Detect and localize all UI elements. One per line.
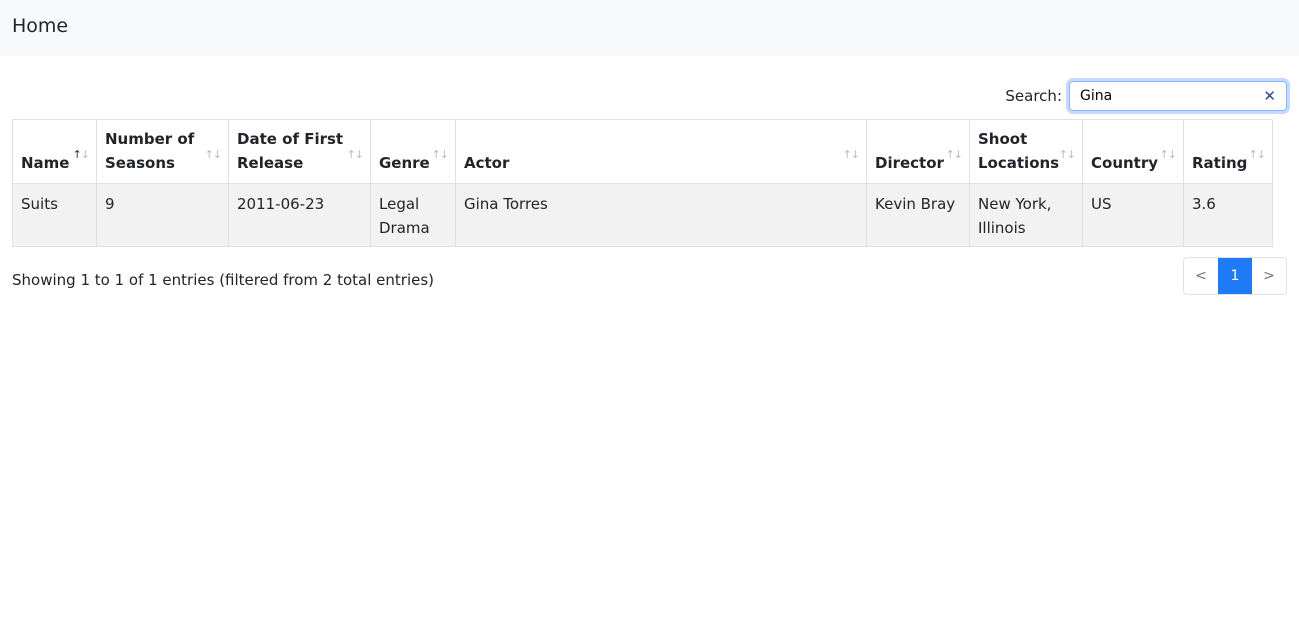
column-header-label: Country xyxy=(1091,154,1159,172)
table-cell: US xyxy=(1082,183,1184,247)
sort-icon[interactable]: ↑↓ xyxy=(843,143,860,167)
search-input[interactable] xyxy=(1080,88,1250,104)
column-header-label: Date of First Release xyxy=(237,130,344,172)
search-area: Search: ✕ xyxy=(1005,81,1287,111)
column-header[interactable]: Number of Seasons ↑↓ xyxy=(96,119,229,184)
column-header-label: Rating xyxy=(1192,154,1248,172)
column-header[interactable]: Rating ↑↓ xyxy=(1183,119,1273,184)
column-header-label: Genre xyxy=(379,154,430,172)
column-header[interactable]: Shoot Locations ↑↓ xyxy=(969,119,1083,184)
table-info: Showing 1 to 1 of 1 entries (filtered fr… xyxy=(12,271,435,289)
table-cell: 2011-06-23 xyxy=(228,183,371,247)
data-table: Name ↑↓ Number of Seasons ↑↓ Date of First R… xyxy=(12,119,1273,247)
table-cell: Gina Torres xyxy=(455,183,867,247)
sort-icon[interactable]: ↑↓ xyxy=(347,143,364,167)
table-cell: 3.6 xyxy=(1183,183,1273,247)
table-cell: New York, Illinois xyxy=(969,183,1083,247)
table-row: Suits 9 2011-06-23 Legal Drama Gina Torres Ke… xyxy=(12,183,1273,247)
sort-icon[interactable]: ↑↓ xyxy=(1249,143,1266,167)
column-header-label: Director xyxy=(875,154,944,172)
column-header[interactable]: Country ↑↓ xyxy=(1082,119,1184,184)
page-title[interactable]: Home xyxy=(12,15,68,37)
column-header[interactable]: Date of First Release ↑↓ xyxy=(228,119,371,184)
next-page-button[interactable]: > xyxy=(1252,258,1286,294)
search-label: Search: xyxy=(1005,87,1062,105)
table-cell: Legal Drama xyxy=(370,183,456,247)
column-header[interactable]: Director ↑↓ xyxy=(866,119,970,184)
column-header-label: Name xyxy=(21,154,70,172)
table-cell: Kevin Bray xyxy=(866,183,970,247)
sort-icon[interactable]: ↑↓ xyxy=(205,143,222,167)
column-header-label: Actor xyxy=(464,154,510,172)
pagination: < 1 > xyxy=(1183,257,1287,295)
table-cell: Suits xyxy=(12,183,97,247)
sort-icon[interactable]: ↑↓ xyxy=(73,143,90,167)
search-box[interactable]: ✕ xyxy=(1069,81,1287,111)
sort-icon[interactable]: ↑↓ xyxy=(1160,143,1177,167)
sort-icon[interactable]: ↑↓ xyxy=(946,143,963,167)
prev-page-button[interactable]: < xyxy=(1184,258,1218,294)
close-icon[interactable]: ✕ xyxy=(1263,87,1276,105)
column-header[interactable]: Actor ↑↓ xyxy=(455,119,867,184)
sort-icon[interactable]: ↑↓ xyxy=(432,143,449,167)
navbar: Home xyxy=(0,0,1299,56)
column-header-label: Number of Seasons xyxy=(105,130,195,172)
column-header[interactable]: Genre ↑↓ xyxy=(370,119,456,184)
column-header[interactable]: Name ↑↓ xyxy=(12,119,97,184)
table-cell: 9 xyxy=(96,183,229,247)
page-button-1[interactable]: 1 xyxy=(1218,258,1252,294)
sort-icon[interactable]: ↑↓ xyxy=(1059,143,1076,167)
column-header-label: Shoot Locations xyxy=(978,130,1060,172)
